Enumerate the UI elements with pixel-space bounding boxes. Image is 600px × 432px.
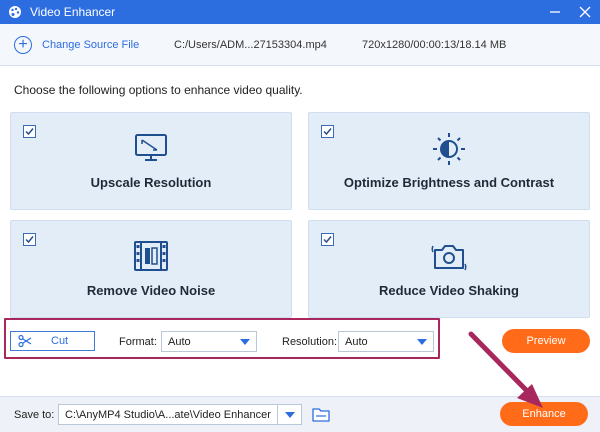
- checkbox-shaking[interactable]: [321, 233, 334, 246]
- instruction-text: Choose the following options to enhance …: [14, 83, 303, 97]
- cut-button[interactable]: Cut: [10, 331, 95, 351]
- option-card-noise[interactable]: Remove Video Noise: [10, 220, 292, 318]
- resolution-select[interactable]: Auto: [338, 331, 434, 352]
- option-card-upscale[interactable]: Upscale Resolution: [10, 112, 292, 210]
- checkbox-noise[interactable]: [23, 233, 36, 246]
- save-path-field[interactable]: C:\AnyMP4 Studio\A...ate\Video Enhancer: [58, 404, 278, 425]
- option-card-shaking[interactable]: Reduce Video Shaking: [308, 220, 590, 318]
- preview-button[interactable]: Preview: [502, 329, 590, 353]
- add-circle-icon: +: [14, 35, 32, 54]
- checkbox-brightness[interactable]: [321, 125, 334, 138]
- change-source-file-button[interactable]: + Change Source File: [14, 35, 140, 54]
- checkmark-icon: [323, 236, 332, 244]
- option-label-noise: Remove Video Noise: [86, 283, 216, 298]
- format-select[interactable]: Auto: [161, 331, 257, 352]
- monitor-icon: [135, 134, 167, 161]
- cut-label: Cut: [51, 335, 69, 347]
- checkmark-icon: [25, 236, 34, 244]
- camera-shake-icon: [431, 245, 467, 271]
- option-label-shaking: Reduce Video Shaking: [379, 283, 519, 298]
- format-label: Format:: [119, 336, 157, 348]
- chevron-down-icon: [240, 339, 250, 345]
- enhance-button[interactable]: Enhance: [500, 402, 588, 426]
- resolution-value: Auto: [345, 335, 368, 348]
- save-path-dropdown-button[interactable]: [278, 404, 302, 425]
- palette-icon: [8, 5, 22, 19]
- checkmark-icon: [323, 128, 332, 136]
- save-to-label: Save to:: [14, 409, 55, 421]
- resolution-label: Resolution:: [282, 336, 338, 348]
- option-label-upscale: Upscale Resolution: [90, 175, 212, 190]
- option-card-brightness[interactable]: Optimize Brightness and Contrast: [308, 112, 590, 210]
- brightness-icon: [433, 133, 465, 165]
- title-bar: Video Enhancer: [0, 0, 600, 24]
- window-title: Video Enhancer: [30, 5, 116, 19]
- checkmark-icon: [25, 128, 34, 136]
- chevron-down-icon: [285, 412, 295, 418]
- film-icon: [134, 241, 168, 271]
- folder-icon[interactable]: [312, 406, 330, 422]
- minimize-button[interactable]: [548, 5, 562, 19]
- checkbox-upscale[interactable]: [23, 125, 36, 138]
- format-value: Auto: [168, 335, 191, 348]
- chevron-down-icon: [417, 339, 427, 345]
- file-info-bar: + Change Source File C:/Users/ADM...2715…: [0, 24, 600, 66]
- file-meta: 720x1280/00:00:13/18.14 MB: [362, 38, 507, 51]
- scissors-icon: [18, 334, 32, 348]
- close-button[interactable]: [578, 5, 592, 19]
- change-source-file-label: Change Source File: [42, 38, 140, 51]
- option-label-brightness: Optimize Brightness and Contrast: [343, 175, 555, 190]
- close-icon: [579, 6, 591, 18]
- minimize-icon: [550, 11, 560, 13]
- file-path: C:/Users/ADM...27153304.mp4: [174, 38, 327, 51]
